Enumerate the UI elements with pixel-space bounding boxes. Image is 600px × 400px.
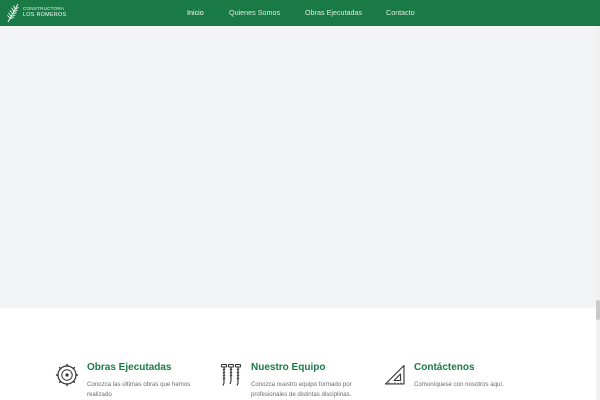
- page-scrollbar[interactable]: [596, 26, 600, 400]
- feature-desc-equipo: Conozca nuestro equipo formado por profe…: [251, 381, 352, 398]
- feature-desc-contactenos: Comuníquese con nosotros aquí.: [414, 381, 504, 388]
- screws-icon: [220, 363, 242, 386]
- rosemary-leaf-icon: [7, 3, 19, 23]
- hero-banner: [0, 26, 600, 308]
- logo-wordmark: CONSTRUCTORA LOS ROMEROS: [23, 7, 66, 19]
- nav-link-quienes-somos[interactable]: Quienes Somos: [229, 8, 280, 17]
- feature-title-obras[interactable]: Obras Ejecutadas: [87, 362, 171, 373]
- page: CONSTRUCTORA LOS ROMEROS Inicio Quienes …: [0, 0, 600, 400]
- logo-line1: CONSTRUCTORA: [23, 6, 65, 12]
- logo-line2: LOS ROMEROS: [23, 12, 67, 19]
- top-navbar: CONSTRUCTORA LOS ROMEROS Inicio Quienes …: [0, 0, 600, 26]
- feature-title-contactenos[interactable]: Contáctenos: [414, 362, 475, 373]
- scrollbar-thumb[interactable]: [596, 300, 600, 320]
- set-square-icon: [384, 364, 405, 385]
- nav-link-inicio[interactable]: Inicio: [187, 8, 204, 17]
- nav-link-contacto[interactable]: Contacto: [386, 8, 415, 17]
- nav-link-obras-ejecutadas[interactable]: Obras Ejecutadas: [305, 8, 362, 17]
- feature-title-equipo[interactable]: Nuestro Equipo: [251, 362, 325, 373]
- site-logo[interactable]: CONSTRUCTORA LOS ROMEROS: [6, 3, 66, 23]
- feature-desc-obras: Conozca las últimas obras que hemos real…: [87, 381, 191, 398]
- saw-blade-icon: [55, 363, 79, 387]
